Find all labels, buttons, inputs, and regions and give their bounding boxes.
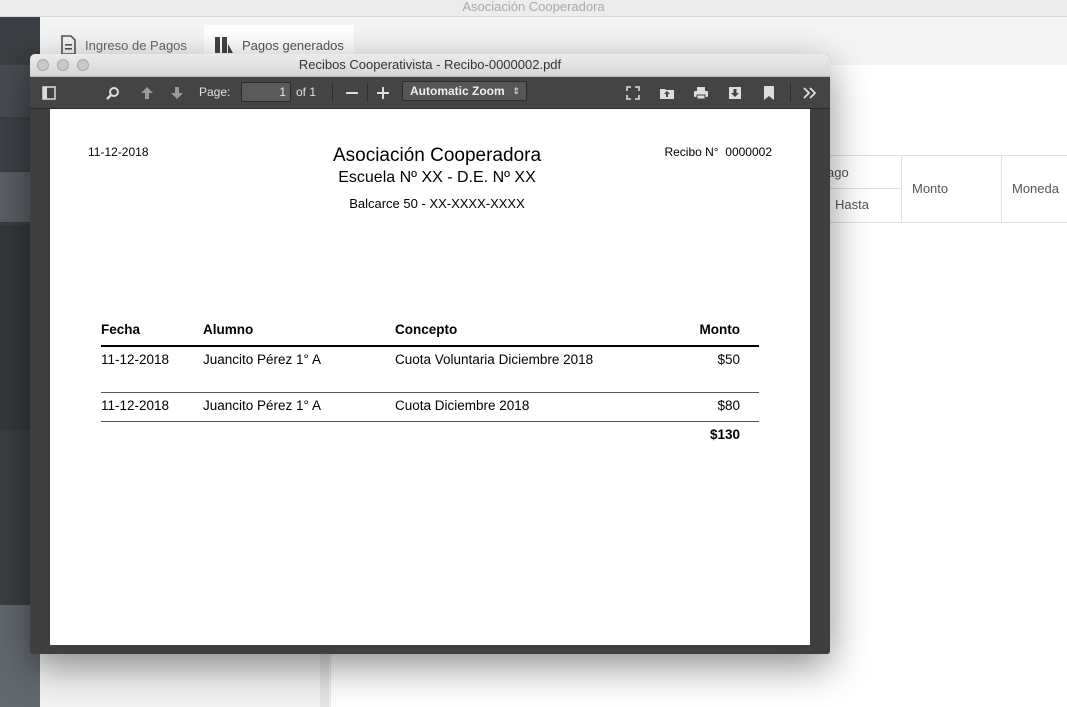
column-header-hasta: Hasta	[835, 197, 869, 212]
viewer-container[interactable]: 11-12-2018 Recibo N° 0000002 Asociación …	[30, 109, 830, 654]
row-concept: Cuota Diciembre 2018	[395, 398, 530, 413]
search-icon	[106, 86, 119, 100]
tab-label: Ingreso de Pagos	[85, 37, 187, 53]
column-header-concept: Concepto	[395, 322, 458, 337]
page-count: of 1	[296, 85, 317, 99]
receipt-total: $130	[709, 427, 740, 442]
minus-icon	[346, 91, 358, 94]
column-header-date: Fecha	[101, 322, 141, 337]
organization-address: Balcarce 50 - XX-XXXX-XXXX	[349, 196, 525, 211]
app-title-bar: Asociación Cooperadora	[0, 0, 1067, 17]
find-button[interactable]	[102, 77, 124, 108]
viewer-toolbar: Page: of 1 Automatic Zoom ⇕	[30, 77, 830, 109]
school-name: Escuela Nº XX - D.E. Nº XX	[338, 169, 536, 186]
row-concept: Cuota Voluntaria Diciembre 2018	[395, 352, 594, 367]
row-student: Juancito Pérez 1° A	[203, 352, 321, 367]
bookmark-button[interactable]	[758, 77, 780, 108]
zoom-out-button[interactable]	[342, 77, 362, 108]
viewer-title-bar[interactable]: Recibos Cooperativista - Recibo-0000002.…	[30, 54, 830, 77]
row-amount: $50	[717, 352, 740, 367]
column-header-moneda: Moneda	[1012, 181, 1059, 196]
app-title: Asociación Cooperadora	[462, 0, 605, 14]
minimize-button[interactable]	[57, 59, 69, 71]
arrow-down-icon	[171, 86, 183, 99]
download-button[interactable]	[724, 77, 746, 108]
plus-icon	[377, 86, 389, 99]
divider	[367, 83, 368, 102]
page-label: Page:	[199, 85, 231, 99]
header-rule	[101, 345, 759, 347]
viewer-title: Recibos Cooperativista - Recibo-0000002.…	[298, 57, 562, 72]
column-header-monto: Monto	[912, 181, 949, 196]
divider	[1001, 156, 1002, 222]
previous-page-button[interactable]	[136, 77, 158, 108]
close-button[interactable]	[37, 59, 49, 71]
next-page-button[interactable]	[166, 77, 188, 108]
open-folder-icon	[660, 88, 674, 99]
page-number-input[interactable]	[241, 82, 291, 102]
select-caret-icon: ⇕	[512, 86, 520, 96]
presentation-mode-button[interactable]	[622, 77, 644, 108]
zoom-select[interactable]: Automatic Zoom ⇕	[402, 81, 527, 101]
row-date: 11-12-2018	[101, 398, 170, 413]
divider	[790, 83, 791, 102]
row-date: 11-12-2018	[101, 352, 170, 367]
splitter[interactable]	[320, 650, 329, 707]
chart-book-icon	[215, 37, 233, 53]
row-student: Juancito Pérez 1° A	[203, 398, 321, 413]
row-divider	[101, 392, 759, 393]
pdf-page: 11-12-2018 Recibo N° 0000002 Asociación …	[50, 109, 810, 645]
open-file-button[interactable]	[656, 77, 678, 108]
document-icon	[61, 35, 76, 55]
column-header-student: Alumno	[203, 322, 254, 337]
row-divider	[101, 421, 759, 422]
tab-label: Pagos generados	[242, 37, 344, 53]
print-button[interactable]	[690, 77, 712, 108]
arrow-up-icon	[141, 86, 153, 99]
double-chevron-right-icon	[803, 86, 817, 99]
download-icon	[729, 86, 741, 99]
zoom-value: Automatic Zoom	[410, 84, 505, 98]
bookmark-icon	[764, 85, 774, 100]
fullscreen-icon	[626, 85, 640, 100]
printer-icon	[694, 86, 708, 99]
organization-name: Asociación Cooperadora	[332, 145, 542, 166]
column-header-amount: Monto	[699, 322, 740, 337]
sidebar-toggle-icon	[42, 85, 56, 100]
pdf-viewer-window: Recibos Cooperativista - Recibo-0000002.…	[30, 54, 830, 654]
zoom-window-button[interactable]	[77, 59, 89, 71]
column-header-partial: ago	[827, 165, 849, 180]
payments-table-header: ago Hasta Monto Moneda	[800, 155, 1067, 223]
tools-button[interactable]	[798, 77, 822, 108]
zoom-in-button[interactable]	[373, 77, 393, 108]
row-amount: $80	[717, 398, 740, 413]
sidebar-toggle-button[interactable]	[38, 77, 60, 108]
divider	[901, 156, 902, 222]
divider	[332, 83, 333, 102]
